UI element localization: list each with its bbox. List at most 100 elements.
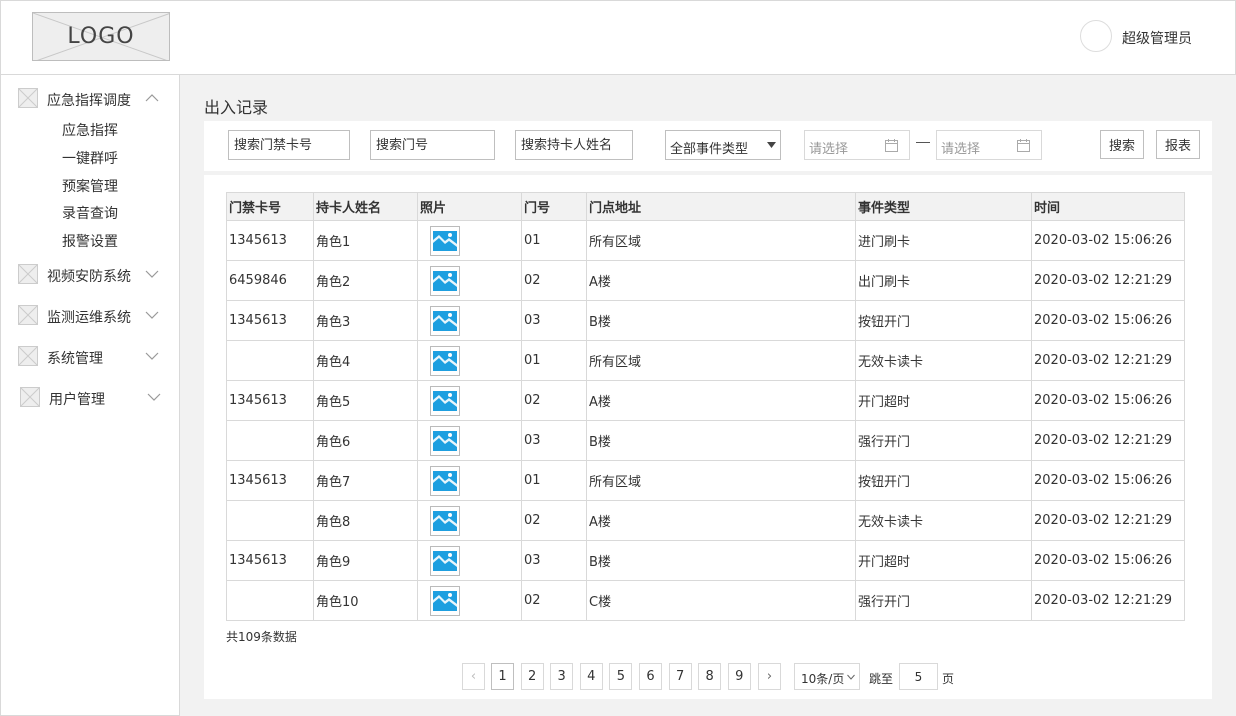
page-number-button[interactable]: 8 [698, 663, 722, 690]
card-holder-search-input[interactable] [515, 130, 633, 160]
submenu-item-group-call[interactable]: 一键群呼 [62, 148, 118, 168]
door-address-cell: A楼 [586, 500, 856, 541]
user-name[interactable]: 超级管理员 [1122, 28, 1192, 48]
photo-thumbnail-icon[interactable] [430, 385, 460, 416]
door-number-cell: 03 [521, 540, 587, 581]
card-number-cell [226, 580, 314, 621]
photo-thumbnail-icon[interactable] [430, 305, 460, 336]
photo-thumbnail-icon[interactable] [430, 265, 460, 296]
column-header-card[interactable]: 门禁卡号 [226, 192, 314, 221]
event-type-cell: 无效卡读卡 [855, 500, 1032, 541]
next-page-button[interactable]: › [758, 663, 781, 690]
start-date-picker[interactable]: 请选择 [804, 130, 910, 160]
photo-thumbnail-icon[interactable] [430, 465, 460, 496]
page-number-button[interactable]: 9 [727, 663, 751, 690]
card-number-cell: 1345613 [226, 300, 314, 341]
table-row[interactable]: 1345613 角色7 01 所有区域 按钮开门 2020-03-02 15:06:26 [226, 460, 1185, 501]
page-number-button[interactable]: 3 [550, 663, 574, 690]
search-button[interactable]: 搜索 [1100, 130, 1144, 159]
end-date-placeholder: 请选择 [941, 142, 981, 157]
app-header: LOGO 超级管理员 [0, 0, 1236, 75]
submenu-item-recording[interactable]: 录音查询 [62, 203, 118, 223]
end-date-picker[interactable]: 请选择 [936, 130, 1042, 160]
table-row[interactable]: 1345613 角色5 02 A楼 开门超时 2020-03-02 15:06:26 [226, 380, 1185, 421]
door-address-cell: 所有区域 [586, 220, 856, 261]
column-header-event[interactable]: 事件类型 [855, 192, 1032, 221]
table-row[interactable]: 角色4 01 所有区域 无效卡读卡 2020-03-02 12:21:29 [226, 340, 1185, 381]
photo-thumbnail-icon[interactable] [430, 345, 460, 376]
photo-thumbnail-icon[interactable] [430, 585, 460, 616]
door-number-cell: 03 [521, 420, 587, 461]
event-type-cell: 按钮开门 [855, 460, 1032, 501]
menu-group-video[interactable]: 视频安防系统 [1, 264, 179, 288]
prev-page-button[interactable]: ‹ [462, 663, 485, 690]
page-number-button[interactable]: 6 [639, 663, 662, 690]
user-avatar[interactable] [1080, 20, 1112, 52]
start-date-placeholder: 请选择 [809, 142, 849, 157]
table-row[interactable]: 角色10 02 C楼 强行开门 2020-03-02 12:21:29 [226, 580, 1185, 621]
table-row[interactable]: 1345613 角色9 03 B楼 开门超时 2020-03-02 15:06:26 [226, 540, 1185, 581]
table-row[interactable]: 6459846 角色2 02 A楼 出门刷卡 2020-03-02 12:21:29 [226, 260, 1185, 301]
records-table: 门禁卡号 持卡人姓名 照片 门号 门点地址 事件类型 时间 1345613 角色1… [226, 192, 1185, 621]
door-address-cell: 所有区域 [586, 340, 856, 381]
photo-cell [417, 460, 522, 501]
page-number-button[interactable]: 2 [520, 663, 544, 690]
jump-to-page-input[interactable] [899, 663, 938, 690]
page-number-button[interactable]: 4 [579, 663, 603, 690]
holder-name-cell: 角色3 [313, 300, 418, 341]
menu-group-monitoring[interactable]: 监测运维系统 [1, 305, 179, 329]
logo-text: LOGO [67, 24, 135, 49]
submenu-item-plan[interactable]: 预案管理 [62, 176, 118, 196]
table-row[interactable]: 1345613 角色1 01 所有区域 进门刷卡 2020-03-02 15:06:26 [226, 220, 1185, 261]
page-size-select[interactable]: 10条/页 [794, 663, 860, 690]
door-address-cell: C楼 [586, 580, 856, 621]
door-address-cell: B楼 [586, 420, 856, 461]
holder-name-cell: 角色2 [313, 260, 418, 301]
door-number-search-input[interactable] [370, 130, 495, 160]
chevron-left-icon: ‹ [470, 669, 477, 684]
door-number-cell: 02 [521, 260, 587, 301]
holder-name-cell: 角色9 [313, 540, 418, 581]
page-number-button[interactable]: 7 [668, 663, 692, 690]
menu-group-label: 用户管理 [49, 392, 105, 408]
column-header-holder[interactable]: 持卡人姓名 [313, 192, 418, 221]
submenu-item-command[interactable]: 应急指挥 [62, 120, 118, 140]
main-content: 出入记录 全部事件类型 请选择 请选择 [180, 75, 1236, 716]
records-table-body: 1345613 角色1 01 所有区域 进门刷卡 2020-03-02 15:06:26 6… [226, 220, 1185, 621]
door-number-cell: 02 [521, 380, 587, 421]
column-header-door[interactable]: 门号 [521, 192, 587, 221]
column-header-address[interactable]: 门点地址 [586, 192, 856, 221]
photo-thumbnail-icon[interactable] [430, 225, 460, 256]
column-header-photo[interactable]: 照片 [417, 192, 522, 221]
table-row[interactable]: 角色8 02 A楼 无效卡读卡 2020-03-02 12:21:29 [226, 500, 1185, 541]
event-type-cell: 强行开门 [855, 580, 1032, 621]
report-button[interactable]: 报表 [1156, 130, 1200, 159]
page-title: 出入记录 [204, 98, 269, 117]
card-number-cell: 1345613 [226, 220, 314, 261]
page-number-button[interactable]: 5 [609, 663, 633, 690]
menu-group-label: 应急指挥调度 [47, 93, 131, 109]
chevron-down-icon [145, 270, 159, 278]
event-type-select[interactable]: 全部事件类型 [665, 130, 781, 160]
door-address-cell: A楼 [586, 260, 856, 301]
door-number-cell: 03 [521, 300, 587, 341]
door-address-cell: 所有区域 [586, 460, 856, 501]
menu-group-system[interactable]: 系统管理 [1, 346, 179, 370]
photo-thumbnail-icon[interactable] [430, 425, 460, 456]
column-header-time[interactable]: 时间 [1031, 192, 1185, 221]
submenu-item-alarm[interactable]: 报警设置 [62, 231, 118, 251]
photo-thumbnail-icon[interactable] [430, 545, 460, 576]
door-address-cell: B楼 [586, 300, 856, 341]
photo-thumbnail-icon[interactable] [430, 505, 460, 536]
menu-group-emergency[interactable]: 应急指挥调度 [1, 88, 179, 112]
page-number-button[interactable]: 1 [491, 663, 514, 690]
time-cell: 2020-03-02 15:06:26 [1031, 300, 1185, 341]
holder-name-cell: 角色6 [313, 420, 418, 461]
event-type-cell: 强行开门 [855, 420, 1032, 461]
table-row[interactable]: 1345613 角色3 03 B楼 按钮开门 2020-03-02 15:06:26 [226, 300, 1185, 341]
photo-cell [417, 540, 522, 581]
table-row[interactable]: 角色6 03 B楼 强行开门 2020-03-02 12:21:29 [226, 420, 1185, 461]
card-number-search-input[interactable] [228, 130, 350, 160]
door-number-cell: 02 [521, 500, 587, 541]
menu-group-users[interactable]: 用户管理 [1, 387, 179, 411]
